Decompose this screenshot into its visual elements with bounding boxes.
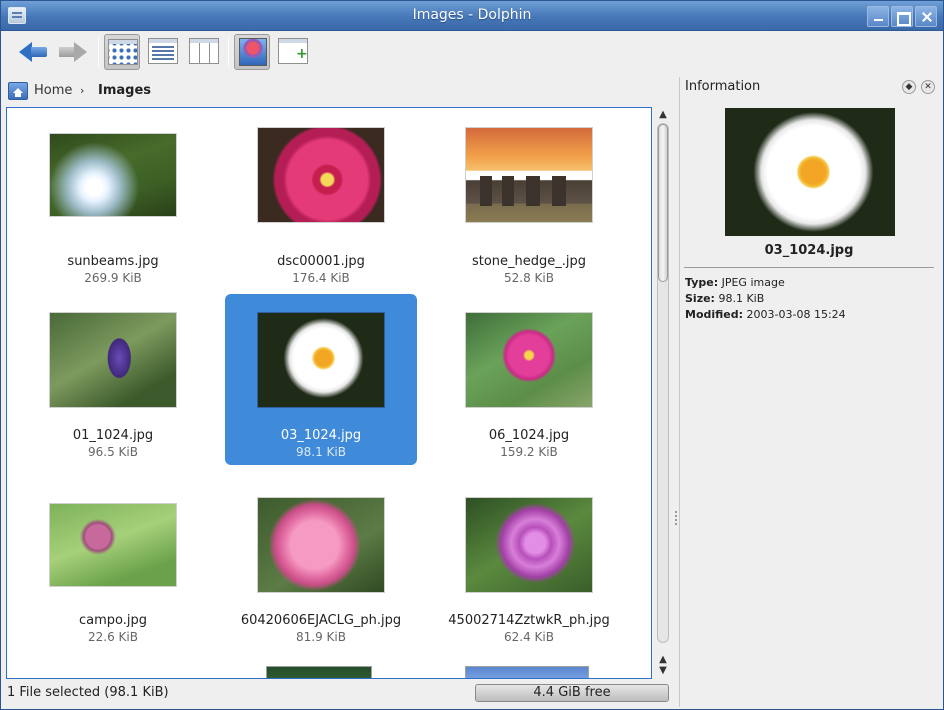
- file-thumbnail: [257, 312, 385, 408]
- info-filename: 03_1024.jpg: [764, 243, 854, 258]
- file-thumbnail-partial[interactable]: [266, 666, 372, 678]
- file-item-selected[interactable]: 03_1024.jpg 98.1 KiB: [225, 294, 417, 465]
- file-name: 03_1024.jpg: [280, 428, 362, 443]
- info-type: Type: JPEG image: [685, 276, 785, 289]
- info-size: Size: 98.1 KiB: [685, 292, 764, 305]
- back-arrow-icon: [19, 42, 47, 62]
- stone-blocks-shape: [480, 176, 578, 206]
- file-thumbnail: [49, 312, 177, 408]
- scroll-track[interactable]: [657, 123, 669, 643]
- file-size: 22.6 KiB: [88, 630, 138, 644]
- columns-view-icon: [189, 38, 219, 64]
- file-size: 176.4 KiB: [292, 271, 350, 285]
- info-type-label: Type:: [685, 276, 719, 289]
- file-size: 52.8 KiB: [504, 271, 554, 285]
- file-thumbnail-partial[interactable]: [465, 666, 589, 678]
- file-thumbnail: [49, 133, 177, 217]
- file-thumbnail: [465, 127, 593, 223]
- close-button[interactable]: [915, 6, 937, 27]
- file-item[interactable]: 06_1024.jpg 159.2 KiB: [433, 294, 625, 465]
- file-thumbnail: [465, 312, 593, 408]
- file-item[interactable]: 60420606EJACLG_ph.jpg 81.9 KiB: [225, 480, 417, 651]
- window-title: Images - Dolphin: [412, 7, 532, 23]
- minimize-button[interactable]: [867, 6, 889, 27]
- breadcrumb: Home › Images: [6, 79, 666, 103]
- dolphin-window: Images - Dolphin + Home › Images sunbeam…: [0, 0, 944, 710]
- breadcrumb-home[interactable]: Home: [34, 83, 72, 98]
- scroll-down-arrow-icon[interactable]: ▼: [657, 665, 669, 677]
- file-size: 98.1 KiB: [296, 445, 346, 459]
- columns-view-button[interactable]: [186, 34, 222, 70]
- vertical-scrollbar[interactable]: ▲ ▲ ▼: [654, 107, 672, 679]
- title-bar[interactable]: Images - Dolphin: [1, 1, 943, 31]
- float-panel-button[interactable]: ◆: [902, 80, 916, 94]
- toolbar-separator: [98, 37, 99, 67]
- info-modified-value: 2003-03-08 15:24: [746, 308, 846, 321]
- info-modified: Modified: 2003-03-08 15:24: [685, 308, 846, 321]
- file-size: 269.9 KiB: [84, 271, 142, 285]
- file-item[interactable]: 45002714ZztwkR_ph.jpg 62.4 KiB: [433, 480, 625, 651]
- breadcrumb-separator[interactable]: ›: [80, 84, 84, 97]
- scroll-thumb[interactable]: [658, 124, 668, 282]
- status-text: 1 File selected (98.1 KiB): [7, 685, 169, 700]
- file-name: 01_1024.jpg: [72, 428, 154, 443]
- file-item[interactable]: campo.jpg 22.6 KiB: [17, 480, 209, 651]
- file-name: stone_hedge_.jpg: [471, 254, 587, 269]
- split-view-icon: +: [278, 38, 308, 64]
- status-bar: 1 File selected (98.1 KiB) 4.4 GiB free: [1, 681, 943, 709]
- info-size-label: Size:: [685, 292, 715, 305]
- file-name: 45002714ZztwkR_ph.jpg: [448, 613, 610, 628]
- file-thumbnail: [465, 497, 593, 593]
- scroll-up-arrow-icon[interactable]: ▲: [657, 109, 669, 121]
- file-name: 60420606EJACLG_ph.jpg: [240, 613, 402, 628]
- forward-arrow-icon: [59, 42, 87, 62]
- info-size-value: 98.1 KiB: [718, 292, 765, 305]
- file-size: 81.9 KiB: [296, 630, 346, 644]
- file-thumbnail: [49, 503, 177, 587]
- close-panel-button[interactable]: ✕: [921, 80, 935, 94]
- splitter-grip-icon[interactable]: [675, 511, 677, 525]
- file-item[interactable]: dsc00001.jpg 176.4 KiB: [225, 124, 417, 295]
- preview-image: [725, 108, 895, 236]
- file-size: 62.4 KiB: [504, 630, 554, 644]
- file-name: sunbeams.jpg: [67, 254, 159, 269]
- file-size: 159.2 KiB: [500, 445, 558, 459]
- icons-view-button[interactable]: [104, 34, 140, 70]
- file-name: dsc00001.jpg: [277, 254, 365, 269]
- split-view-button[interactable]: +: [275, 34, 311, 70]
- details-view-icon: [148, 38, 178, 64]
- file-item[interactable]: sunbeams.jpg 269.9 KiB: [17, 124, 209, 295]
- divider: [684, 267, 934, 268]
- back-button[interactable]: [14, 34, 50, 70]
- free-space-indicator: 4.4 GiB free: [475, 684, 669, 702]
- file-name: 06_1024.jpg: [488, 428, 570, 443]
- panel-title: Information: [685, 79, 761, 94]
- preview-toggle-button[interactable]: [234, 34, 270, 70]
- file-item[interactable]: 01_1024.jpg 96.5 KiB: [17, 294, 209, 465]
- scroll-down-arrow-icon[interactable]: ▲: [657, 655, 669, 665]
- home-folder-icon[interactable]: [8, 82, 28, 100]
- file-thumbnail: [257, 497, 385, 593]
- icons-view-icon: [108, 39, 138, 65]
- breadcrumb-current[interactable]: Images: [98, 83, 151, 98]
- info-modified-label: Modified:: [685, 308, 744, 321]
- file-item[interactable]: stone_hedge_.jpg 52.8 KiB: [433, 124, 625, 295]
- details-view-button[interactable]: [145, 34, 181, 70]
- preview-icon: [239, 38, 267, 66]
- file-view[interactable]: sunbeams.jpg 269.9 KiB dsc00001.jpg 176.…: [6, 107, 652, 679]
- maximize-button[interactable]: [891, 6, 913, 27]
- main-toolbar: +: [1, 31, 943, 73]
- file-size: 96.5 KiB: [88, 445, 138, 459]
- forward-button[interactable]: [55, 34, 91, 70]
- file-name: campo.jpg: [78, 613, 147, 628]
- file-thumbnail: [257, 127, 385, 223]
- information-panel: Information ◆ ✕ 03_1024.jpg Type: JPEG i…: [679, 77, 938, 707]
- info-type-value: JPEG image: [721, 276, 785, 289]
- toolbar-separator: [228, 37, 229, 67]
